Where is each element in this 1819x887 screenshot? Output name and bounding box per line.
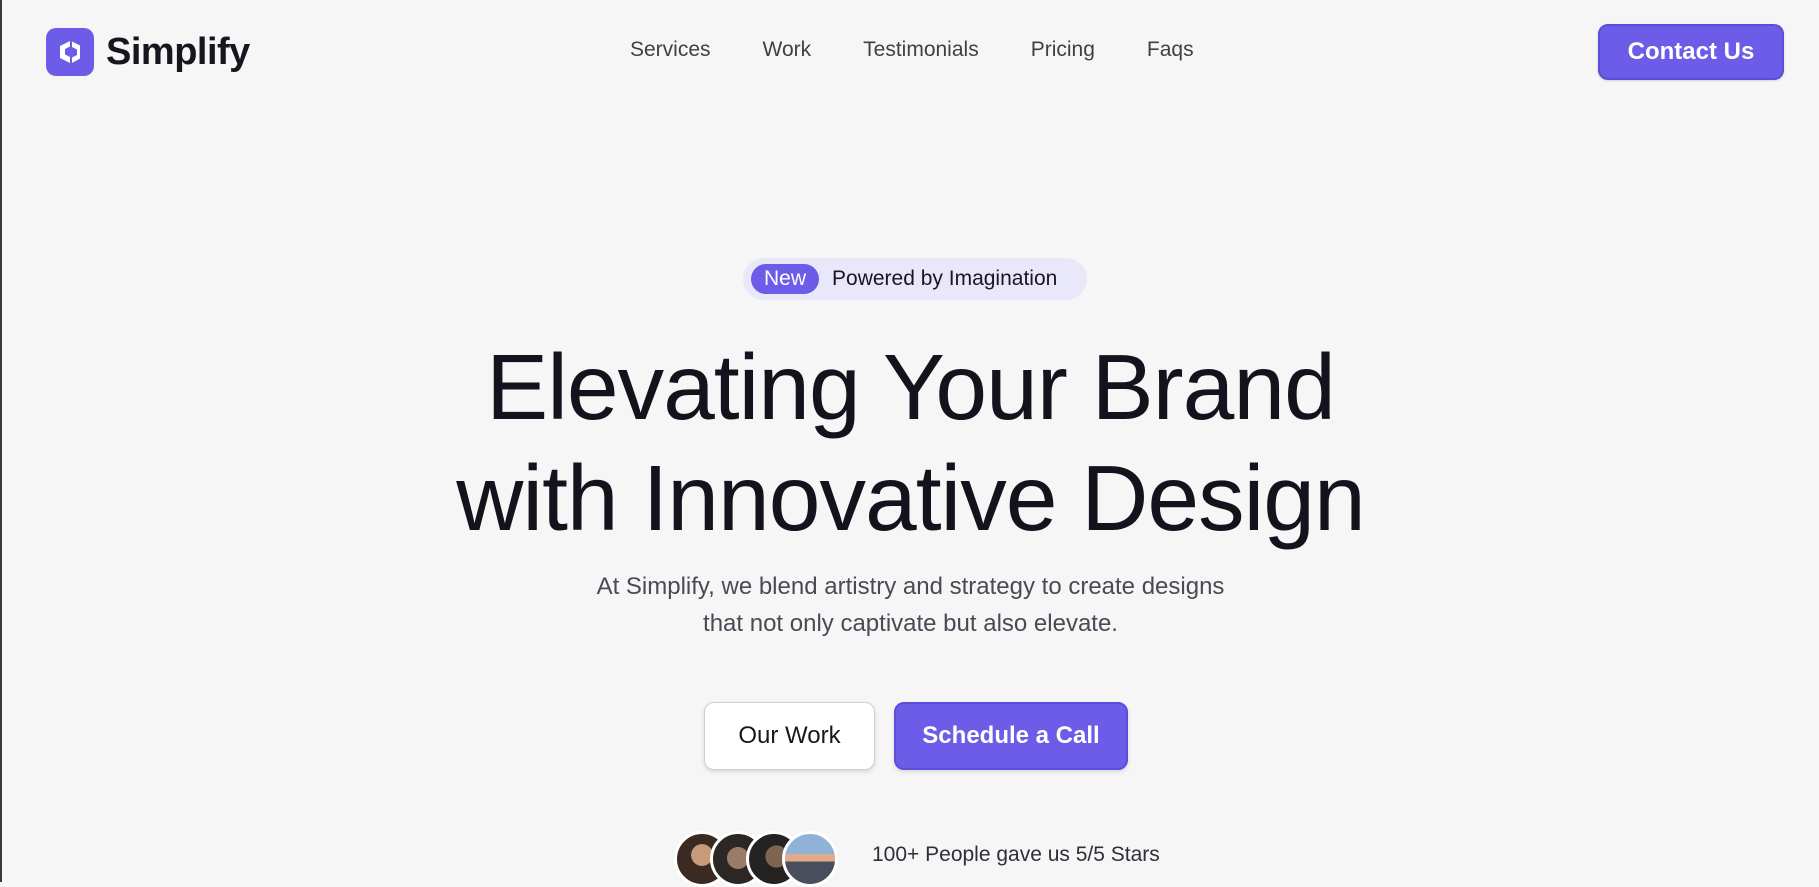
announcement-badge: New Powered by Imagination: [743, 258, 1087, 300]
site-header: Simplify Services Work Testimonials Pric…: [2, 0, 1819, 104]
subtext-line-2: that not only captivate but also elevate…: [703, 610, 1118, 637]
hero-subtext: At Simplify, we blend artistry and strat…: [2, 568, 1819, 642]
social-proof: 100+ People gave us 5/5 Stars: [674, 831, 1160, 887]
hero-headline: Elevating Your Brand with Innovative Des…: [2, 332, 1819, 554]
nav-item-pricing[interactable]: Pricing: [1031, 38, 1095, 62]
nav-item-work[interactable]: Work: [763, 38, 812, 62]
nav-item-testimonials[interactable]: Testimonials: [863, 38, 979, 62]
brand-logo[interactable]: Simplify: [46, 28, 250, 76]
headline-line-1: Elevating Your Brand: [486, 335, 1336, 439]
nav-item-faqs[interactable]: Faqs: [1147, 38, 1194, 62]
headline-line-2: with Innovative Design: [456, 446, 1365, 550]
contact-us-button[interactable]: Contact Us: [1598, 24, 1784, 80]
nav-item-services[interactable]: Services: [630, 38, 711, 62]
new-tag: New: [751, 264, 820, 294]
hero-actions: Our Work Schedule a Call: [704, 702, 1128, 770]
subtext-line-1: At Simplify, we blend artistry and strat…: [596, 573, 1225, 600]
brand-name: Simplify: [106, 30, 250, 73]
rating-text: 100+ People gave us 5/5 Stars: [872, 843, 1160, 866]
our-work-button[interactable]: Our Work: [704, 702, 875, 770]
logo-icon: [46, 28, 94, 76]
main-nav: Services Work Testimonials Pricing Faqs: [630, 38, 1194, 62]
avatar: [782, 831, 838, 887]
schedule-call-button[interactable]: Schedule a Call: [894, 702, 1128, 770]
badge-text: Powered by Imagination: [832, 267, 1058, 290]
avatar-group: [674, 831, 838, 887]
